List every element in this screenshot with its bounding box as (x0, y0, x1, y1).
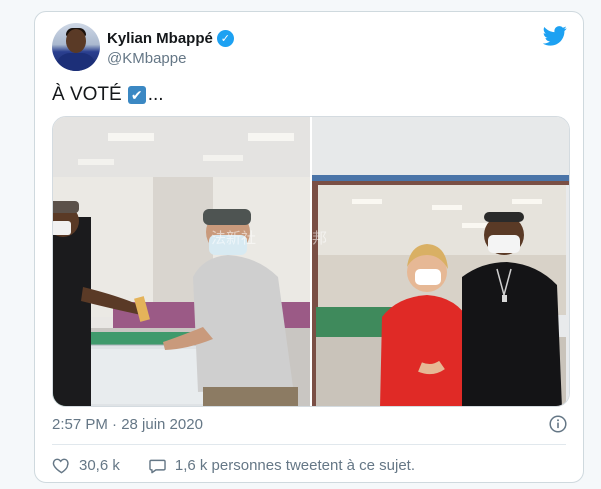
tweet-text-body: À VOTÉ (52, 84, 122, 105)
author-handle[interactable]: @KMbappe (107, 50, 186, 67)
tweet-text-ellipsis: ... (147, 84, 164, 105)
tweet-actions: 30,6 k 1,6 k personnes tweetent à ce suj… (52, 456, 415, 475)
conversation-action[interactable]: 1,6 k personnes tweetent à ce sujet. (148, 456, 415, 475)
info-icon[interactable] (549, 415, 567, 433)
author-name-row[interactable]: Kylian Mbappé ✓ (107, 30, 234, 47)
like-count[interactable]: 30,6 k (79, 457, 120, 474)
photo-voting-ballot-box[interactable]: 法新社 (53, 117, 310, 406)
like-action[interactable]: 30,6 k (52, 456, 120, 475)
tweet-text: À VOTÉ ✔ ... (52, 84, 164, 106)
svg-text:邦: 邦 (312, 230, 327, 247)
tweet-timestamp[interactable]: 2:57 PM · 28 juin 2020 (52, 416, 203, 433)
divider (52, 444, 566, 445)
media-grid[interactable]: 法新社 邦 (52, 116, 570, 407)
comment-bubble-icon[interactable] (148, 456, 167, 475)
author-display-name[interactable]: Kylian Mbappé (107, 30, 213, 47)
heart-icon[interactable] (52, 456, 71, 475)
check-mark-emoji-icon: ✔ (127, 86, 146, 104)
verified-badge-icon: ✓ (216, 30, 234, 47)
conversation-count[interactable]: 1,6 k personnes tweetent à ce sujet. (175, 457, 415, 474)
svg-text:法新社: 法新社 (211, 230, 256, 247)
twitter-bird-icon[interactable] (543, 26, 567, 46)
photo-posing-with-woman-in-red[interactable]: 邦 (312, 117, 569, 406)
tweet-card: Kylian Mbappé ✓ @KMbappe À VOTÉ ✔ ... 法新… (34, 11, 584, 483)
avatar[interactable] (52, 23, 100, 71)
